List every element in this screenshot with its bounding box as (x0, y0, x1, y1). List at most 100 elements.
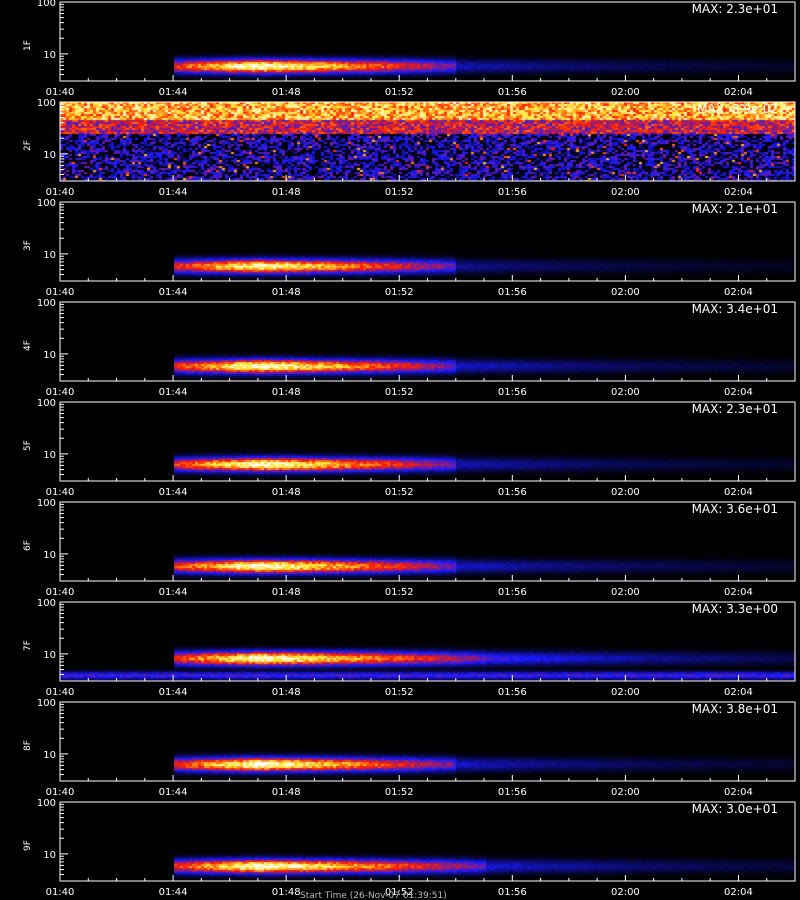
y-tick-label: 100 (37, 598, 56, 609)
panel-label: 8F (23, 740, 33, 751)
x-tick-label: 02:00 (611, 887, 640, 898)
x-tick-label: 02:00 (611, 787, 640, 798)
heatmap-canvas-6F (60, 502, 795, 581)
x-tick-label: 01:44 (159, 587, 188, 598)
heatmap-7F (60, 602, 795, 681)
x-tick-label: 01:40 (46, 87, 75, 98)
x-tick-label: 01:44 (159, 187, 188, 198)
y-tick-label: 10 (43, 550, 56, 561)
panel-label: 4F (23, 340, 33, 351)
y-tick-label: 10 (43, 450, 56, 461)
panel-6F: 100 10 6F 01:40 01:44 01:48 01:52 01:56 02:00 02:… (0, 498, 800, 600)
x-tick-label: 02:04 (724, 787, 753, 798)
y-tick-label: 100 (37, 198, 56, 209)
x-tick-label: 01:44 (159, 387, 188, 398)
panel-label: 1F (23, 40, 33, 51)
y-tick-label: 10 (43, 750, 56, 761)
panel-svg-3F: 100 10 3F 01:40 01:44 01:48 01:52 01:56 02:00 02:… (23, 198, 796, 298)
x-tick-label: 01:56 (498, 487, 527, 498)
x-tick-label: 02:04 (724, 887, 753, 898)
y-tick-label: 100 (37, 0, 56, 9)
x-axis-title: Start Time (26-Nov-07 01:39:51) (300, 891, 447, 900)
panel-5F: 100 10 5F 01:40 01:44 01:48 01:52 01:56 02:00 02:… (0, 398, 800, 500)
heatmap-4F (60, 302, 795, 381)
x-tick-label: 01:48 (272, 787, 301, 798)
x-tick-label: 01:48 (272, 487, 301, 498)
panel-label: 7F (23, 640, 33, 651)
y-tick-label: 100 (37, 698, 56, 709)
x-tick-label: 01:44 (159, 87, 188, 98)
x-tick-label: 01:56 (498, 587, 527, 598)
heatmap-canvas-7F (60, 602, 795, 681)
x-tick-label: 01:40 (46, 287, 75, 298)
x-tick-label: 01:56 (498, 87, 527, 98)
x-tick-label: 02:04 (724, 187, 753, 198)
x-tick-label: 01:44 (159, 787, 188, 798)
x-tick-label: 01:40 (46, 887, 75, 898)
y-tick-label: 100 (37, 398, 56, 409)
heatmap-5F (60, 402, 795, 481)
panel-1F: 100 10 1F 01:40 01:44 01:48 01:52 01:56 02:00 02:… (0, 0, 800, 100)
x-tick-label: 01:40 (46, 487, 75, 498)
x-tick-label: 01:56 (498, 687, 527, 698)
panel-label: 6F (23, 540, 33, 551)
x-tick-label: 01:56 (498, 387, 527, 398)
max-label: MAX: 2.1e+01 (692, 202, 778, 216)
x-tick-label: 01:52 (385, 487, 414, 498)
heatmap-3F (60, 202, 795, 281)
y-tick-label: 10 (43, 850, 56, 861)
x-tick-label: 01:44 (159, 487, 188, 498)
y-tick-label: 100 (37, 98, 56, 109)
x-tick-label: 02:04 (724, 587, 753, 598)
heatmap-canvas-3F (60, 202, 795, 281)
x-tick-label: 01:40 (46, 587, 75, 598)
x-tick-label: 02:04 (724, 687, 753, 698)
heatmap-6F (60, 502, 795, 581)
x-tick-label: 01:52 (385, 87, 414, 98)
max-label: MAX: 3.3e+00 (692, 602, 778, 616)
x-tick-label: 01:44 (159, 887, 188, 898)
heatmap-canvas-4F (60, 302, 795, 381)
panel-4F: 100 10 4F 01:40 01:44 01:48 01:52 01:56 02:00 02:… (0, 298, 800, 400)
x-tick-label: 01:52 (385, 287, 414, 298)
x-tick-label: 02:00 (611, 87, 640, 98)
x-tick-label: 01:52 (385, 587, 414, 598)
x-tick-label: 01:40 (46, 387, 75, 398)
panel-svg-6F: 100 10 6F 01:40 01:44 01:48 01:52 01:56 02:00 02:… (23, 498, 796, 598)
x-tick-label: 02:04 (724, 487, 753, 498)
y-tick-label: 10 (43, 350, 56, 361)
heatmap-canvas-8F (60, 702, 795, 781)
x-tick-label: 02:04 (724, 387, 753, 398)
x-tick-label: 01:48 (272, 387, 301, 398)
x-tick-label: 01:40 (46, 687, 75, 698)
max-label: MAX: 8.9e-02 (697, 102, 778, 116)
x-tick-label: 02:00 (611, 187, 640, 198)
x-tick-label: 02:00 (611, 387, 640, 398)
x-tick-label: 02:00 (611, 687, 640, 698)
heatmap-9F (60, 802, 795, 881)
x-tick-label: 02:00 (611, 587, 640, 598)
x-tick-label: 01:48 (272, 287, 301, 298)
heatmap-1F (60, 2, 795, 81)
panel-label: 9F (23, 840, 33, 851)
spectrogram-stack: 100 10 1F 01:40 01:44 01:48 01:52 01:56 02:00 02:… (0, 0, 800, 900)
x-tick-label: 02:00 (611, 287, 640, 298)
heatmap-canvas-1F (60, 2, 795, 81)
y-tick-label: 10 (43, 650, 56, 661)
x-tick-label: 01:48 (272, 87, 301, 98)
x-tick-label: 01:40 (46, 187, 75, 198)
panel-2F: 100 10 2F 01:40 01:44 01:48 01:52 01:56 02:00 02:… (0, 98, 800, 200)
heatmap-8F (60, 702, 795, 781)
x-tick-label: 02:04 (724, 287, 753, 298)
x-tick-label: 01:56 (498, 787, 527, 798)
panel-svg-4F: 100 10 4F 01:40 01:44 01:48 01:52 01:56 02:00 02:… (23, 298, 796, 398)
x-tick-label: 01:52 (385, 687, 414, 698)
panel-svg-5F: 100 10 5F 01:40 01:44 01:48 01:52 01:56 02:00 02:… (23, 398, 796, 498)
y-tick-label: 100 (37, 798, 56, 809)
panel-label: 3F (23, 240, 33, 251)
x-tick-label: 01:52 (385, 787, 414, 798)
panel-8F: 100 10 8F 01:40 01:44 01:48 01:52 01:56 02:00 02:… (0, 698, 800, 800)
panel-3F: 100 10 3F 01:40 01:44 01:48 01:52 01:56 02:00 02:… (0, 198, 800, 300)
panel-svg-7F: 100 10 7F 01:40 01:44 01:48 01:52 01:56 02:00 02:… (23, 598, 796, 698)
panel-9F: 100 10 9F 01:40 01:44 01:48 01:52 01:56 02:00 02:… (0, 798, 800, 900)
